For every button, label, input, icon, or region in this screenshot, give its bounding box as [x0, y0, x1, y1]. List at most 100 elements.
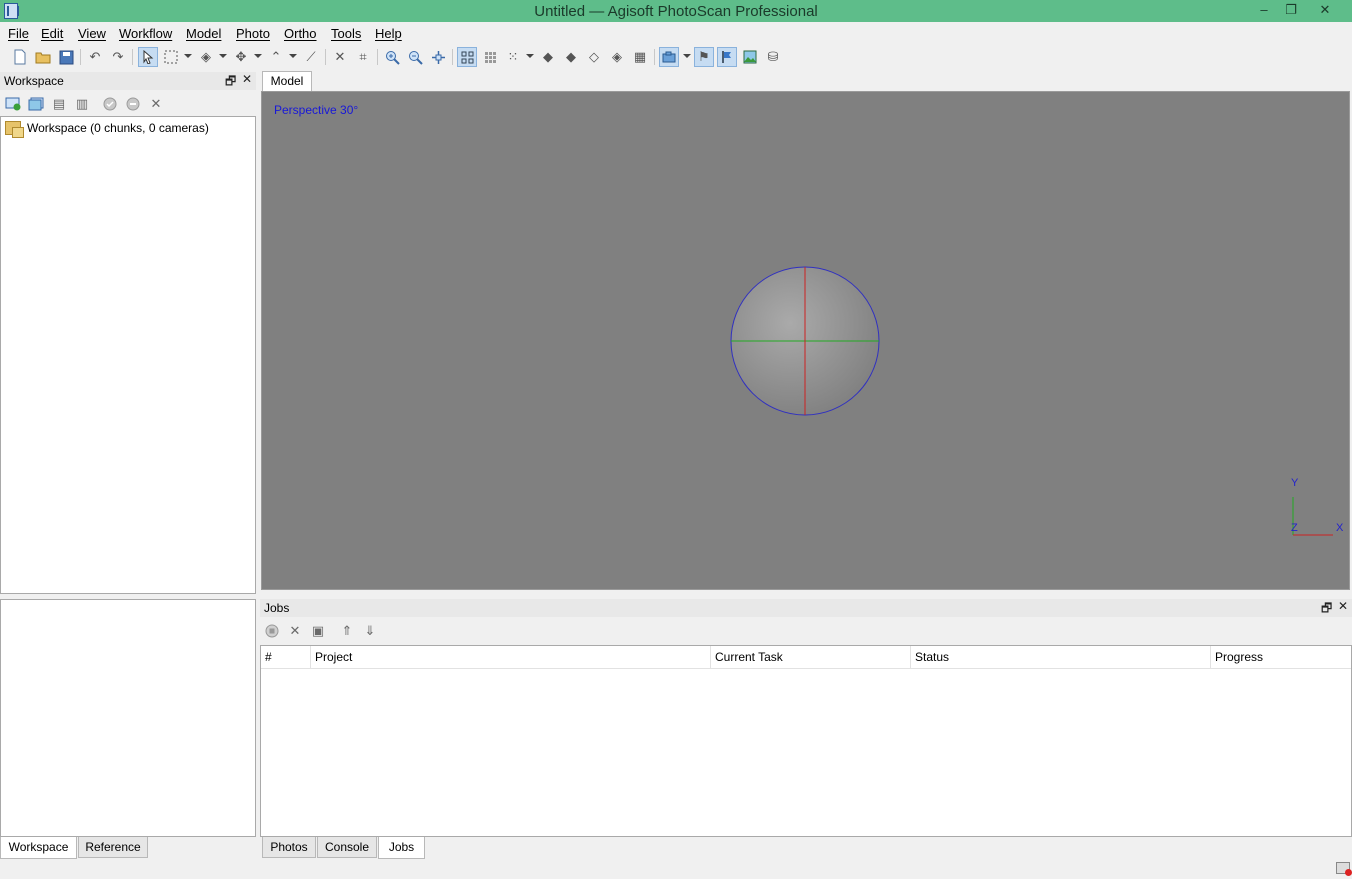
toolbar-separator — [654, 49, 655, 65]
undo-icon[interactable]: ↶ — [85, 47, 105, 67]
tab-workspace[interactable]: Workspace — [0, 837, 77, 859]
float-panel-icon[interactable]: 🗗 — [1321, 599, 1332, 620]
cloud-dropdown-arrow[interactable] — [526, 54, 534, 58]
show-markers-icon[interactable]: ⚑ — [694, 47, 714, 67]
remove-icon[interactable]: ✕ — [146, 94, 166, 114]
title-bar: Untitled — Agisoft PhotoScan Professiona… — [0, 0, 1352, 22]
close-panel-icon[interactable]: ✕ — [1338, 599, 1348, 613]
toolbar-separator — [80, 49, 81, 65]
menu-view[interactable]: View — [78, 26, 106, 41]
delete-icon[interactable]: ✕ — [330, 47, 350, 67]
redo-icon[interactable]: ↷ — [108, 47, 128, 67]
tab-console[interactable]: Console — [317, 837, 377, 858]
shape-dropdown-arrow[interactable] — [219, 54, 227, 58]
viewport-canvas — [730, 266, 1333, 536]
workspace-panel-title: Workspace — [4, 74, 64, 88]
workspace-folder-icon — [5, 121, 24, 138]
toolbar-separator — [325, 49, 326, 65]
model-viewport[interactable]: Perspective 30° Y Z X — [261, 91, 1350, 590]
reset-view-icon[interactable] — [428, 47, 448, 67]
axis-z-label: Z — [1291, 522, 1298, 534]
restore-button[interactable]: ❐ — [1276, 0, 1306, 22]
show-region-icon[interactable]: ⛁ — [763, 47, 783, 67]
rectangle-selection-icon[interactable] — [161, 47, 181, 67]
solid-model-icon[interactable]: ◆ — [561, 47, 581, 67]
axis-x-label: X — [1336, 522, 1344, 534]
zoom-in-icon[interactable] — [382, 47, 402, 67]
show-images-icon[interactable] — [740, 47, 760, 67]
jobs-panel-title: Jobs — [264, 601, 290, 615]
grid-view-icon[interactable] — [457, 47, 477, 67]
shaded-model-icon[interactable]: ◆ — [538, 47, 558, 67]
open-folder-icon[interactable] — [33, 47, 53, 67]
tab-photos[interactable]: Photos — [262, 837, 316, 858]
properties-panel — [0, 599, 256, 837]
jobs-table-header: # Project Current Task Status Progress — [261, 646, 1351, 669]
new-document-icon[interactable] — [10, 47, 30, 67]
menu-photo[interactable]: Photo — [236, 26, 270, 41]
textured-model-icon[interactable]: ◈ — [607, 47, 627, 67]
column-project[interactable]: Project — [311, 646, 711, 669]
move-icon[interactable]: ✥ — [231, 47, 251, 67]
column-progress[interactable]: Progress — [1211, 646, 1351, 669]
jobs-toolbar: ✕ ▣ ⇑ ⇓ — [260, 619, 460, 643]
delete-chunk-icon[interactable]: ▥ — [72, 94, 92, 114]
workspace-toolbar: ▤ ▥ ✕ — [0, 92, 256, 116]
cameras-dropdown-arrow[interactable] — [683, 54, 691, 58]
dense-cloud-icon[interactable]: ⁙ — [503, 47, 523, 67]
ruler-icon[interactable]: ⟋ — [301, 47, 321, 67]
selection-dropdown-arrow[interactable] — [184, 54, 192, 58]
tiled-model-icon[interactable]: ▦ — [630, 47, 650, 67]
workspace-panel-header: Workspace 🗗 ✕ — [0, 72, 256, 90]
workspace-root-label: Workspace (0 chunks, 0 cameras) — [27, 121, 209, 135]
add-photos-icon[interactable] — [26, 94, 46, 114]
move-down-icon[interactable]: ⇓ — [360, 621, 380, 641]
toolbar-separator — [452, 49, 453, 65]
navigation-icon[interactable] — [138, 47, 158, 67]
menu-workflow[interactable]: Workflow — [119, 26, 172, 41]
menu-file[interactable]: File — [8, 26, 29, 41]
menu-edit[interactable]: Edit — [41, 26, 63, 41]
stop-job-icon[interactable] — [262, 621, 282, 641]
draw-dropdown-arrow[interactable] — [289, 54, 297, 58]
move-up-icon[interactable]: ⇑ — [337, 621, 357, 641]
menu-help[interactable]: Help — [375, 26, 402, 41]
wireframe-icon[interactable]: ◇ — [584, 47, 604, 67]
show-cameras-icon[interactable] — [659, 47, 679, 67]
copy-job-icon[interactable]: ▣ — [308, 621, 328, 641]
column-current-task[interactable]: Current Task — [711, 646, 911, 669]
show-shapes-icon[interactable] — [717, 47, 737, 67]
axis-y-label: Y — [1291, 477, 1299, 489]
disable-icon[interactable] — [123, 94, 143, 114]
move-dropdown-arrow[interactable] — [254, 54, 262, 58]
window-title: Untitled — Agisoft PhotoScan Professiona… — [534, 3, 818, 20]
enable-icon[interactable] — [100, 94, 120, 114]
shape-icon[interactable]: ◈ — [196, 47, 216, 67]
tab-jobs[interactable]: Jobs — [378, 837, 425, 859]
save-icon[interactable] — [56, 47, 76, 67]
jobs-panel-header: Jobs 🗗 ✕ — [260, 599, 1352, 617]
add-chunk-icon[interactable] — [3, 94, 23, 114]
small-grid-icon[interactable] — [480, 47, 500, 67]
draw-polyline-icon[interactable]: ⌃ — [266, 47, 286, 67]
crop-icon[interactable]: ⌗ — [353, 47, 373, 67]
minimize-button[interactable]: – — [1249, 0, 1279, 22]
workspace-tree-root[interactable]: Workspace (0 chunks, 0 cameras) — [5, 121, 209, 138]
jobs-table: # Project Current Task Status Progress — [260, 645, 1352, 837]
menu-tools[interactable]: Tools — [331, 26, 361, 41]
toolbar-separator — [132, 49, 133, 65]
tab-reference[interactable]: Reference — [78, 837, 148, 858]
float-panel-icon[interactable]: 🗗 — [225, 72, 236, 93]
close-button[interactable]: ✕ — [1310, 0, 1340, 22]
column-number[interactable]: # — [261, 646, 311, 669]
menu-ortho[interactable]: Ortho — [284, 26, 317, 41]
add-folder-icon[interactable]: ▤ — [49, 94, 69, 114]
network-status-icon[interactable] — [1336, 862, 1352, 876]
main-toolbar: ↶ ↷ ◈ ✥ ⌃ ⟋ ✕ ⌗ ⁙ ◆ ◆ ◇ ◈ ▦ ⚑ ⛁ — [0, 44, 1352, 70]
menu-model[interactable]: Model — [186, 26, 221, 41]
column-status[interactable]: Status — [911, 646, 1211, 669]
remove-job-icon[interactable]: ✕ — [285, 621, 305, 641]
zoom-out-icon[interactable] — [405, 47, 425, 67]
close-panel-icon[interactable]: ✕ — [242, 72, 252, 86]
tab-model[interactable]: Model — [262, 71, 312, 92]
